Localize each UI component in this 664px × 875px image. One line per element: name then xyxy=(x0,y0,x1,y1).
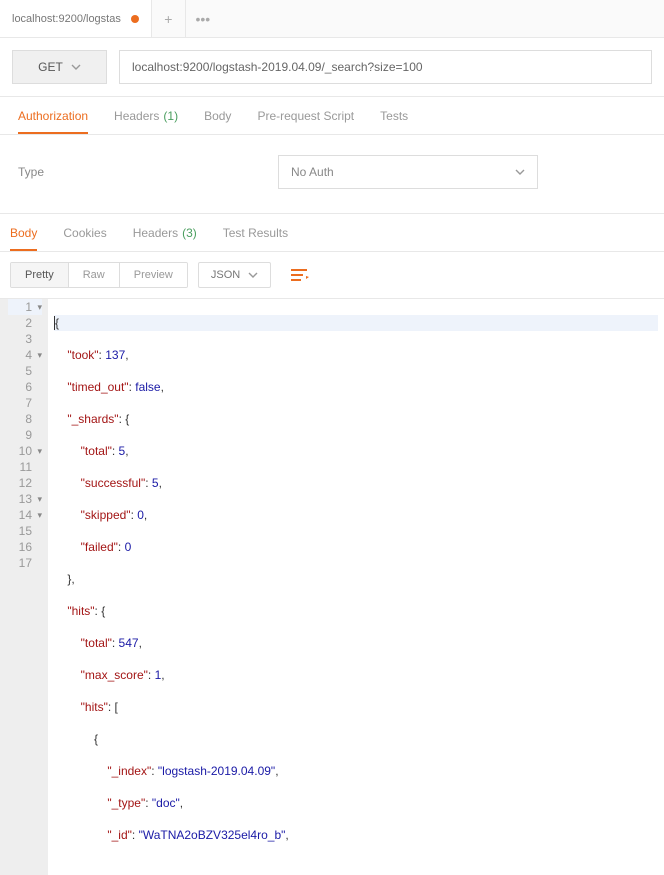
url-text: localhost:9200/logstash-2019.04.09/_sear… xyxy=(132,60,423,74)
resp-tab-body[interactable]: Body xyxy=(10,214,37,251)
method-label: GET xyxy=(38,60,63,74)
resp-tab-cookies[interactable]: Cookies xyxy=(63,214,106,251)
chevron-down-icon xyxy=(248,272,258,278)
chevron-down-icon xyxy=(71,64,81,70)
view-preview[interactable]: Preview xyxy=(120,263,187,287)
tab-title: localhost:9200/logstas xyxy=(12,13,121,25)
format-select[interactable]: JSON xyxy=(198,262,271,288)
format-label: JSON xyxy=(211,269,240,281)
view-mode-group: Pretty Raw Preview xyxy=(10,262,188,288)
tab-menu-button[interactable]: ••• xyxy=(186,0,220,38)
url-input[interactable]: localhost:9200/logstash-2019.04.09/_sear… xyxy=(119,50,652,84)
line-gutter: 1▾ 2 3 4▾ 5 6 7 8 9 10▾ 11 12 13▾ 14▾ 15… xyxy=(0,299,48,875)
code-content: { "took": 137, "timed_out": false, "_sha… xyxy=(48,299,664,875)
auth-type-row: Type No Auth xyxy=(0,135,664,214)
chevron-down-icon xyxy=(515,169,525,175)
request-tabs: Authorization Headers(1) Body Pre-reques… xyxy=(0,97,664,135)
tab-actions: + ••• xyxy=(152,0,220,37)
tab-bar: localhost:9200/logstas + ••• xyxy=(0,0,664,38)
tab-tests[interactable]: Tests xyxy=(380,97,408,134)
resp-tab-test-results[interactable]: Test Results xyxy=(223,214,288,251)
tab-body[interactable]: Body xyxy=(204,97,231,134)
new-tab-button[interactable]: + xyxy=(152,0,186,38)
response-tabs: Body Cookies Headers(3) Test Results xyxy=(0,214,664,252)
code-area[interactable]: 1▾ 2 3 4▾ 5 6 7 8 9 10▾ 11 12 13▾ 14▾ 15… xyxy=(0,299,664,875)
tab-authorization[interactable]: Authorization xyxy=(18,97,88,134)
auth-type-value: No Auth xyxy=(291,165,334,179)
tab-headers[interactable]: Headers(1) xyxy=(114,97,178,134)
view-raw[interactable]: Raw xyxy=(69,263,120,287)
resp-tab-headers[interactable]: Headers(3) xyxy=(133,214,197,251)
auth-type-label: Type xyxy=(18,165,278,179)
tab-prerequest[interactable]: Pre-request Script xyxy=(257,97,354,134)
method-select[interactable]: GET xyxy=(12,50,107,84)
wrap-lines-button[interactable] xyxy=(281,263,317,287)
request-tab[interactable]: localhost:9200/logstas xyxy=(0,0,152,37)
unsaved-dot xyxy=(131,15,139,23)
request-row: GET localhost:9200/logstash-2019.04.09/_… xyxy=(0,38,664,97)
viewer-controls: Pretty Raw Preview JSON xyxy=(0,252,664,299)
view-pretty[interactable]: Pretty xyxy=(11,263,69,287)
auth-type-select[interactable]: No Auth xyxy=(278,155,538,189)
